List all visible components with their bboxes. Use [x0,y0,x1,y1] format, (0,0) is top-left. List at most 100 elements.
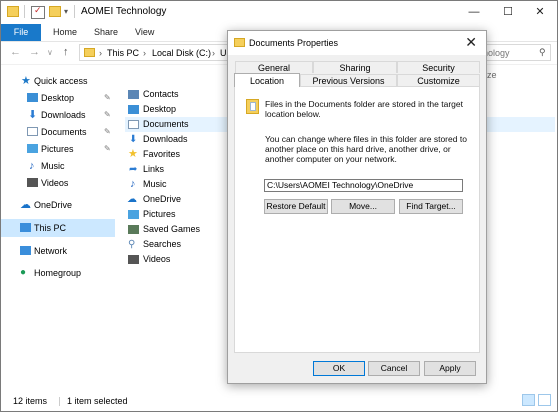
cancel-button[interactable]: Cancel [368,361,420,376]
close-button[interactable]: ✕ [523,1,557,23]
search-icon: ⚲ [128,239,136,250]
sidebar-item-this-pc[interactable]: This PC [1,219,115,237]
documents-icon [128,120,139,129]
sidebar-item-network[interactable]: Network [1,243,115,259]
sidebar-item-label: Desktop [41,93,75,103]
videos-icon [27,178,38,187]
folder-icon [7,6,19,17]
move-button[interactable]: Move... [331,199,395,214]
selection-count: 1 item selected [67,396,128,406]
network-icon [20,246,31,255]
search-icon: ⚲ [539,47,546,57]
restore-default-button[interactable]: Restore Default [264,199,328,214]
divider [74,5,75,18]
location-help-text: You can change where files in this folde… [265,134,467,164]
sidebar-item-videos[interactable]: Videos [1,175,115,191]
up-button[interactable]: ↑ [63,46,69,58]
tab-security[interactable]: Security [397,61,480,73]
address-bar[interactable]: › This PC › Local Disk (C:) › U [79,44,229,61]
sidebar-item-label: Documents [41,127,87,137]
sidebar-item-label: Videos [41,178,69,188]
back-button[interactable]: ← [10,46,21,58]
star-icon: ★ [21,75,31,87]
sidebar-item-music[interactable]: ♪ Music [1,158,115,174]
breadcrumb-this-pc[interactable]: This PC [107,48,139,58]
tab-home[interactable]: Home [53,24,77,41]
documents-properties-dialog: Documents Properties ✕ General Sharing S… [227,30,487,384]
documents-folder-icon [246,99,259,114]
breadcrumb-separator: › [212,48,215,58]
dialog-close-button[interactable]: ✕ [465,34,477,51]
sidebar-item-downloads[interactable]: ⬇ Downloads ✎ [1,107,115,123]
sidebar-item-desktop[interactable]: Desktop ✎ [1,90,115,106]
breadcrumb-separator: › [143,48,146,58]
file-name: Links [143,164,165,174]
breadcrumb-separator: › [99,48,102,58]
star-icon: ★ [128,148,138,160]
file-name: Searches [143,239,182,249]
status-bar: 12 items 1 item selected [1,393,557,410]
dialog-title-bar: Documents Properties ✕ [228,31,486,55]
tab-general[interactable]: General [235,61,313,73]
sidebar-item-documents[interactable]: Documents ✎ [1,124,115,140]
divider [59,397,60,406]
contacts-icon [128,90,139,99]
ok-button[interactable]: OK [313,361,365,376]
music-icon: ♪ [29,160,35,172]
tab-share[interactable]: Share [94,24,118,41]
sidebar-item-quick-access[interactable]: ★ Quick access [1,73,115,89]
link-icon: ➦ [129,164,138,175]
homegroup-icon: ● [20,267,27,278]
sidebar-item-onedrive[interactable]: ☁ OneDrive [1,197,115,213]
file-name: Contacts [143,89,179,99]
forward-button[interactable]: → [29,46,40,58]
sidebar-item-homegroup[interactable]: ● Homegroup [1,265,115,281]
sidebar-item-label: OneDrive [34,200,73,210]
apply-button[interactable]: Apply [424,361,476,376]
search-input[interactable]: nology ⚲ [479,44,551,61]
computer-icon [20,223,31,232]
customize-toolbar-icon[interactable]: ▾ [64,7,68,16]
file-name: Pictures [143,209,176,219]
tab-view[interactable]: View [135,24,154,41]
file-name: Favorites [143,149,181,159]
desktop-icon [128,105,139,114]
download-icon: ⬇ [28,109,38,121]
minimize-button[interactable]: — [457,1,491,23]
file-name: Desktop [143,104,177,114]
pin-icon: ✎ [104,93,111,102]
file-name: Videos [143,254,171,264]
breadcrumb-users[interactable]: U [220,48,227,58]
desktop-icon [27,93,38,102]
file-name: Downloads [143,134,188,144]
recent-locations-button[interactable]: ∨ [47,48,53,57]
divider [24,5,25,18]
file-name: OneDrive [143,194,182,204]
file-name: Music [143,179,167,189]
large-icons-view-button[interactable] [538,394,551,406]
pin-icon: ✎ [104,127,111,136]
location-path-field[interactable]: C:\Users\AOMEI Technology\OneDrive [264,179,463,192]
videos-icon [128,255,139,264]
tab-previous-versions[interactable]: Previous Versions [300,74,397,86]
breadcrumb-local-disk[interactable]: Local Disk (C:) [152,48,211,58]
location-intro-text: Files in the Documents folder are stored… [265,99,463,119]
tab-sharing[interactable]: Sharing [313,61,397,73]
folder-icon [84,48,95,57]
navigation-pane: ★ Quick access Desktop ✎ ⬇ Downloads ✎ D… [1,67,115,389]
details-view-button[interactable] [522,394,535,406]
folder-icon [234,38,245,47]
new-folder-icon[interactable] [49,6,61,17]
find-target-button[interactable]: Find Target... [399,199,463,214]
tab-location[interactable]: Location [234,73,300,87]
location-panel: Files in the Documents folder are stored… [234,86,480,353]
sidebar-item-label: Homegroup [34,268,82,278]
tab-file[interactable]: File [1,24,41,41]
properties-checkbox-icon[interactable]: ✓ [31,5,45,19]
music-icon: ♪ [130,178,136,190]
tab-customize[interactable]: Customize [397,74,480,86]
sidebar-item-label: Music [41,161,65,171]
dialog-title: Documents Properties [249,38,339,48]
maximize-button[interactable]: ☐ [491,1,525,23]
sidebar-item-pictures[interactable]: Pictures ✎ [1,141,115,157]
